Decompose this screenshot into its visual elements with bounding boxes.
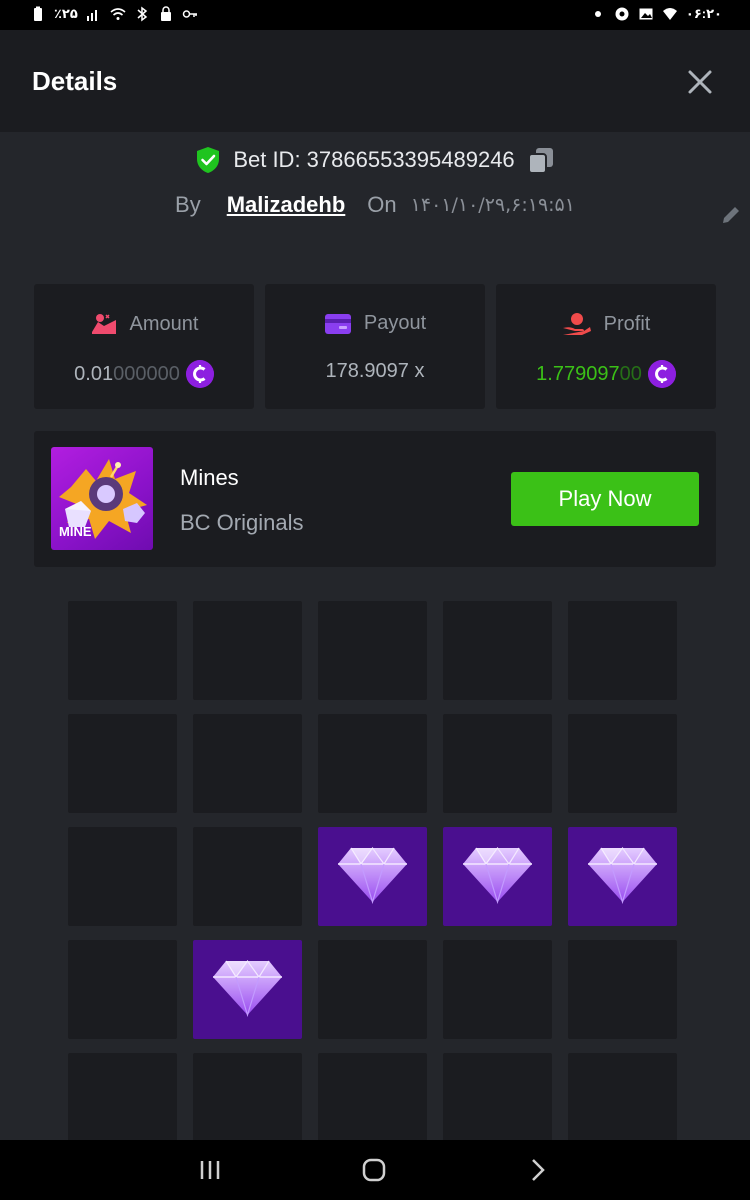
battery-percent: ٪۲۵ <box>54 6 78 21</box>
profit-card: Profit 1.77909700 <box>496 284 716 409</box>
chrome-icon <box>615 7 629 21</box>
mines-thumbnail[interactable]: MINE <box>51 447 153 550</box>
profit-hand-icon <box>562 313 591 335</box>
back-icon[interactable] <box>523 1156 553 1184</box>
details-header: Details <box>0 30 750 132</box>
grid-tile <box>68 827 177 926</box>
gem-icon <box>213 959 282 1017</box>
close-icon[interactable] <box>686 68 714 96</box>
status-right: ۰۶:۲۰ <box>590 6 722 22</box>
clock: ۰۶:۲۰ <box>685 6 722 21</box>
amount-icon <box>91 314 116 334</box>
wifi-icon <box>110 8 126 20</box>
coin-icon <box>647 360 676 388</box>
copy-icon[interactable] <box>527 146 555 174</box>
payout-value-row: 178.9097 x <box>265 360 485 383</box>
on-label: On <box>367 192 397 217</box>
home-icon[interactable] <box>359 1156 389 1184</box>
amount-value: 0.01000000 <box>74 362 180 385</box>
payout-card: Payout 178.9097 x <box>265 284 485 409</box>
android-nav-bar <box>0 1140 750 1200</box>
grid-tile-gem <box>318 827 427 926</box>
grid-tile <box>568 601 677 700</box>
bet-date: ۱۴۰۱/۱۰/۲۹,۶:۱۹:۵۱ <box>410 194 575 216</box>
grid-tile <box>443 940 552 1039</box>
grid-tile <box>193 601 302 700</box>
grid-tile <box>68 940 177 1039</box>
grid-tile <box>568 940 677 1039</box>
grid-tile <box>568 1053 677 1152</box>
grid-tile <box>68 714 177 813</box>
amount-label: Amount <box>129 312 199 335</box>
grid-tile <box>68 1053 177 1152</box>
grid-tile <box>443 1053 552 1152</box>
grid-tile <box>68 601 177 700</box>
recent-apps-icon[interactable] <box>195 1156 225 1184</box>
status-bar: ٪۲۵ ۰۶:۲۰ <box>0 0 750 30</box>
play-now-button[interactable]: Play Now <box>511 472 699 526</box>
battery-icon <box>34 6 42 21</box>
profit-value: 1.77909700 <box>536 362 642 385</box>
payout-label: Payout <box>363 312 427 334</box>
profit-value-row: 1.77909700 <box>496 360 716 388</box>
signal-icon <box>86 10 97 21</box>
grid-tile <box>443 714 552 813</box>
gallery-icon <box>639 8 653 20</box>
game-title: Mines <box>180 465 239 490</box>
grid-tile-gem <box>443 827 552 926</box>
grid-tile <box>193 714 302 813</box>
payout-label-row: Payout <box>265 312 485 335</box>
grid-tile-gem <box>193 940 302 1039</box>
wifi-alt-icon <box>662 8 677 20</box>
grid-tile <box>318 714 427 813</box>
bluetooth-icon <box>137 6 148 22</box>
dot-icon <box>594 11 601 17</box>
lock-app-icon <box>160 6 171 21</box>
game-banner: MINE Mines BC Originals Play Now <box>34 431 716 567</box>
gem-icon <box>463 846 532 904</box>
bet-id-row: Bet ID: 37866553395489246 <box>0 146 750 174</box>
grid-tile <box>318 1053 427 1152</box>
profit-label-row: Profit <box>496 312 716 336</box>
amount-label-row: Amount <box>34 312 254 336</box>
status-left: ٪۲۵ <box>30 6 198 22</box>
bet-id: Bet ID: 37866553395489246 <box>233 147 515 172</box>
gem-icon <box>588 846 657 904</box>
gem-icon <box>338 846 407 904</box>
amount-value-row: 0.01000000 <box>34 360 254 388</box>
grid-tile <box>568 714 677 813</box>
grid-tile <box>193 1053 302 1152</box>
username-link[interactable]: Malizadehb <box>227 192 346 218</box>
grid-tile <box>193 827 302 926</box>
payout-value: 178.9097 x <box>325 360 425 382</box>
grid-tile <box>443 601 552 700</box>
amount-card: Amount 0.01000000 <box>34 284 254 409</box>
verified-shield-icon <box>197 147 220 173</box>
coin-icon <box>185 360 214 388</box>
game-provider: BC Originals <box>180 510 304 535</box>
grid-tile <box>318 601 427 700</box>
grid-tile-gem <box>568 827 677 926</box>
bet-meta-row: By Malizadehb On ۱۴۰۱/۱۰/۲۹,۶:۱۹:۵۱ <box>0 192 750 218</box>
edit-pencil-icon[interactable] <box>720 204 742 226</box>
key-icon <box>182 10 197 18</box>
page-title: Details <box>32 66 118 96</box>
profit-label: Profit <box>603 312 651 335</box>
by-label: By <box>175 192 201 217</box>
grid-tile <box>318 940 427 1039</box>
wallet-card-icon <box>324 313 351 334</box>
thumb-label: MINE <box>59 524 92 539</box>
